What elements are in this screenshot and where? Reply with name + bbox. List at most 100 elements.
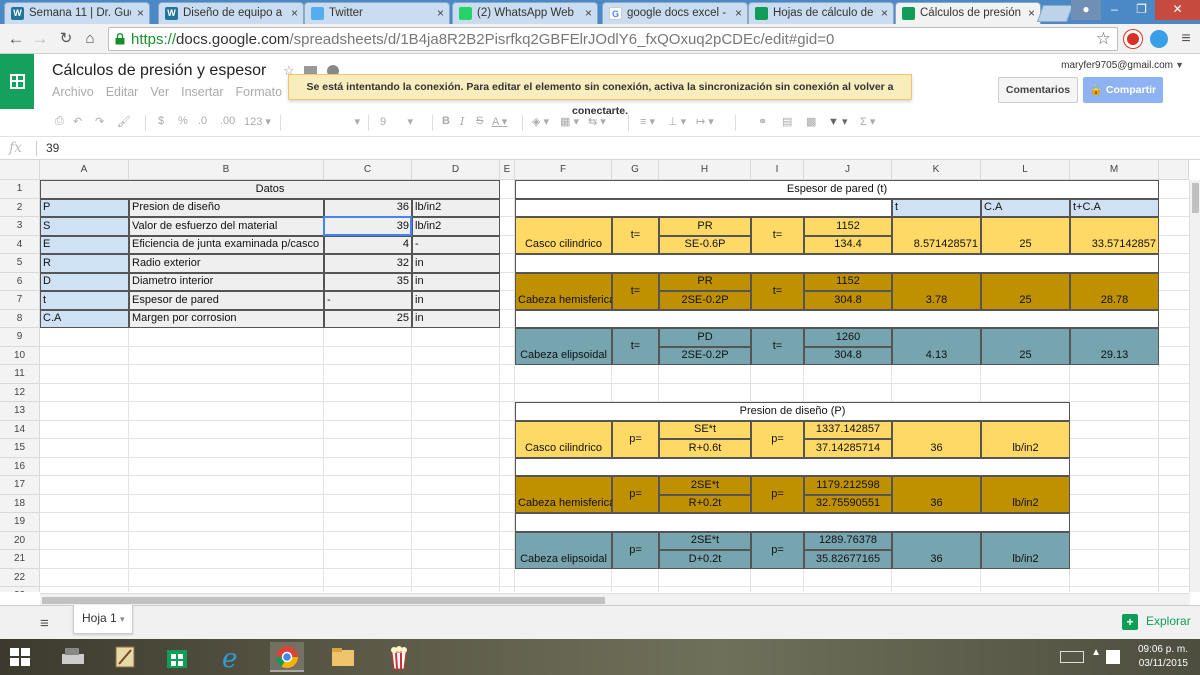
close-window-icon[interactable]: ✕	[1155, 0, 1200, 20]
presion-eq[interactable]: p=	[751, 485, 804, 504]
espesor-value-numerator[interactable]: 1152	[804, 272, 892, 291]
datos-symbol[interactable]: E	[40, 235, 129, 254]
row-header[interactable]: 19	[0, 513, 40, 532]
row-header[interactable]: 4	[0, 235, 40, 254]
column-header[interactable]: I	[751, 160, 804, 180]
presion-value-denominator[interactable]: 32.75590551	[804, 494, 892, 513]
print-icon[interactable]: ⎙	[55, 115, 64, 128]
opera-extension-icon[interactable]	[1124, 30, 1142, 48]
browser-tab[interactable]: Hojas de cálculo de G ×	[748, 2, 894, 24]
espesor-numerator[interactable]: PR	[659, 217, 751, 236]
profile-icon[interactable]: ●	[1071, 0, 1101, 20]
espesor-section-name[interactable]: Cabeza hemisferica	[515, 291, 612, 310]
sheet-tab[interactable]: Hoja 1 ▾	[73, 605, 133, 634]
minimize-icon[interactable]: –	[1101, 0, 1128, 20]
row-header[interactable]: 13	[0, 402, 40, 421]
espesor-value-denominator[interactable]: 304.8	[804, 346, 892, 365]
datos-value[interactable]: 4	[324, 235, 412, 254]
home-icon[interactable]: ⌂	[80, 29, 100, 49]
presion-unit[interactable]: lb/in2	[981, 439, 1070, 458]
espesor-title[interactable]: Espesor de pared (t)	[515, 180, 1159, 199]
formula-input[interactable]: 39	[46, 141, 59, 155]
presion-eq[interactable]: p=	[751, 430, 804, 449]
row-header[interactable]: 20	[0, 531, 40, 550]
align-left-icon[interactable]: ≡ ▾	[640, 115, 655, 128]
comments-button[interactable]: Comentarios	[998, 77, 1078, 103]
espesor-tca[interactable]: 33.57142857	[1070, 235, 1159, 254]
insert-comment-icon[interactable]: ▤	[782, 115, 792, 128]
espesor-t[interactable]: 8.571428571	[892, 235, 981, 254]
browser-tab[interactable]: W Diseño de equipo a p ×	[158, 2, 304, 24]
fill-color-icon[interactable]: ◈ ▾	[532, 115, 549, 128]
horizontal-scrollbar[interactable]	[40, 593, 1190, 605]
taskbar-clock[interactable]: 09:06 p. m. 03/11/2015	[1138, 643, 1188, 671]
espesor-numerator[interactable]: PD	[659, 328, 751, 347]
espesor-header[interactable]: t	[892, 198, 981, 217]
select-all-corner[interactable]	[0, 160, 40, 180]
popcorn-app-icon[interactable]	[382, 642, 416, 672]
account-caret-icon[interactable]: ▼	[1175, 60, 1184, 70]
presion-denominator[interactable]: R+0.6t	[659, 439, 751, 458]
datos-unit[interactable]: lb/in2	[412, 198, 500, 217]
presion-value[interactable]: 36	[892, 550, 981, 569]
more-formats-button[interactable]: 123 ▾	[244, 115, 271, 128]
espesor-numerator[interactable]: PR	[659, 272, 751, 291]
datos-value[interactable]: 36	[324, 198, 412, 217]
column-header[interactable]: E	[500, 160, 515, 180]
datos-description[interactable]: Espesor de pared	[129, 291, 324, 310]
datos-symbol[interactable]: R	[40, 254, 129, 273]
espesor-eq[interactable]: t=	[751, 282, 804, 301]
menu-item-insertar[interactable]: Insertar	[181, 85, 223, 99]
datos-description[interactable]: Diametro interior	[129, 272, 324, 291]
row-header[interactable]: 2	[0, 198, 40, 217]
presion-section-name[interactable]: Cabeza elipsoidal	[515, 550, 612, 569]
merge-cells-icon[interactable]: ⇆ ▾	[588, 115, 606, 128]
presion-lhs[interactable]: p=	[612, 541, 659, 560]
tray-expand-icon[interactable]: ▲	[1091, 647, 1101, 658]
increase-decimal-button[interactable]: .00	[220, 115, 235, 127]
tab-close-icon[interactable]: ×	[881, 6, 888, 20]
presion-lhs[interactable]: p=	[612, 485, 659, 504]
menu-item-archivo[interactable]: Archivo	[52, 85, 94, 99]
datos-unit[interactable]: in	[412, 309, 500, 328]
datos-value[interactable]: -	[324, 291, 412, 310]
explore-button[interactable]: + Explorar	[1122, 614, 1191, 630]
internet-explorer-icon[interactable]: e	[214, 642, 248, 674]
keyboard-icon[interactable]	[1060, 651, 1084, 663]
forward-icon[interactable]: →	[30, 29, 50, 49]
espesor-header[interactable]: t+C.A	[1070, 198, 1159, 217]
datos-description[interactable]: Radio exterior	[129, 254, 324, 273]
sheets-logo-icon[interactable]	[0, 54, 34, 109]
presion-lhs[interactable]: p=	[612, 430, 659, 449]
datos-symbol[interactable]: t	[40, 291, 129, 310]
row-header[interactable]: 10	[0, 346, 40, 365]
column-header[interactable]: L	[981, 160, 1070, 180]
vertical-scroll-thumb[interactable]	[1192, 183, 1199, 213]
espesor-eq[interactable]: t=	[751, 337, 804, 356]
share-button[interactable]: 🔒 Compartir	[1083, 77, 1163, 103]
tab-close-icon[interactable]: ×	[585, 6, 592, 20]
column-header[interactable]: F	[515, 160, 612, 180]
column-header[interactable]: M	[1070, 160, 1159, 180]
borders-icon[interactable]: ▦ ▾	[560, 115, 579, 128]
all-sheets-menu-icon[interactable]: ≡	[40, 615, 49, 632]
presion-unit[interactable]: lb/in2	[981, 550, 1070, 569]
account-email[interactable]: maryfer9705@gmail.com	[1061, 60, 1173, 71]
address-bar[interactable]: https://docs.google.com/spreadsheets/d/1…	[108, 27, 1118, 51]
back-icon[interactable]: ←	[6, 29, 26, 49]
presion-section-name[interactable]: Casco cilindrico	[515, 439, 612, 458]
presion-title[interactable]: Presion de diseño (P)	[515, 402, 1070, 421]
column-header[interactable]: B	[129, 160, 324, 180]
row-header[interactable]: 15	[0, 439, 40, 458]
datos-description[interactable]: Margen por corrosion	[129, 309, 324, 328]
datos-unit[interactable]: in	[412, 291, 500, 310]
text-color-button[interactable]: A ▾	[492, 115, 507, 128]
datos-unit[interactable]: -	[412, 235, 500, 254]
currency-button[interactable]: $	[158, 115, 164, 127]
paint-format-icon[interactable]: 🖌	[117, 115, 131, 128]
row-header[interactable]: 17	[0, 476, 40, 495]
vertical-scrollbar[interactable]	[1189, 180, 1200, 592]
horizontal-scroll-thumb[interactable]	[42, 597, 605, 604]
espesor-tca[interactable]: 29.13	[1070, 346, 1159, 365]
windows-start-icon[interactable]	[6, 646, 34, 668]
